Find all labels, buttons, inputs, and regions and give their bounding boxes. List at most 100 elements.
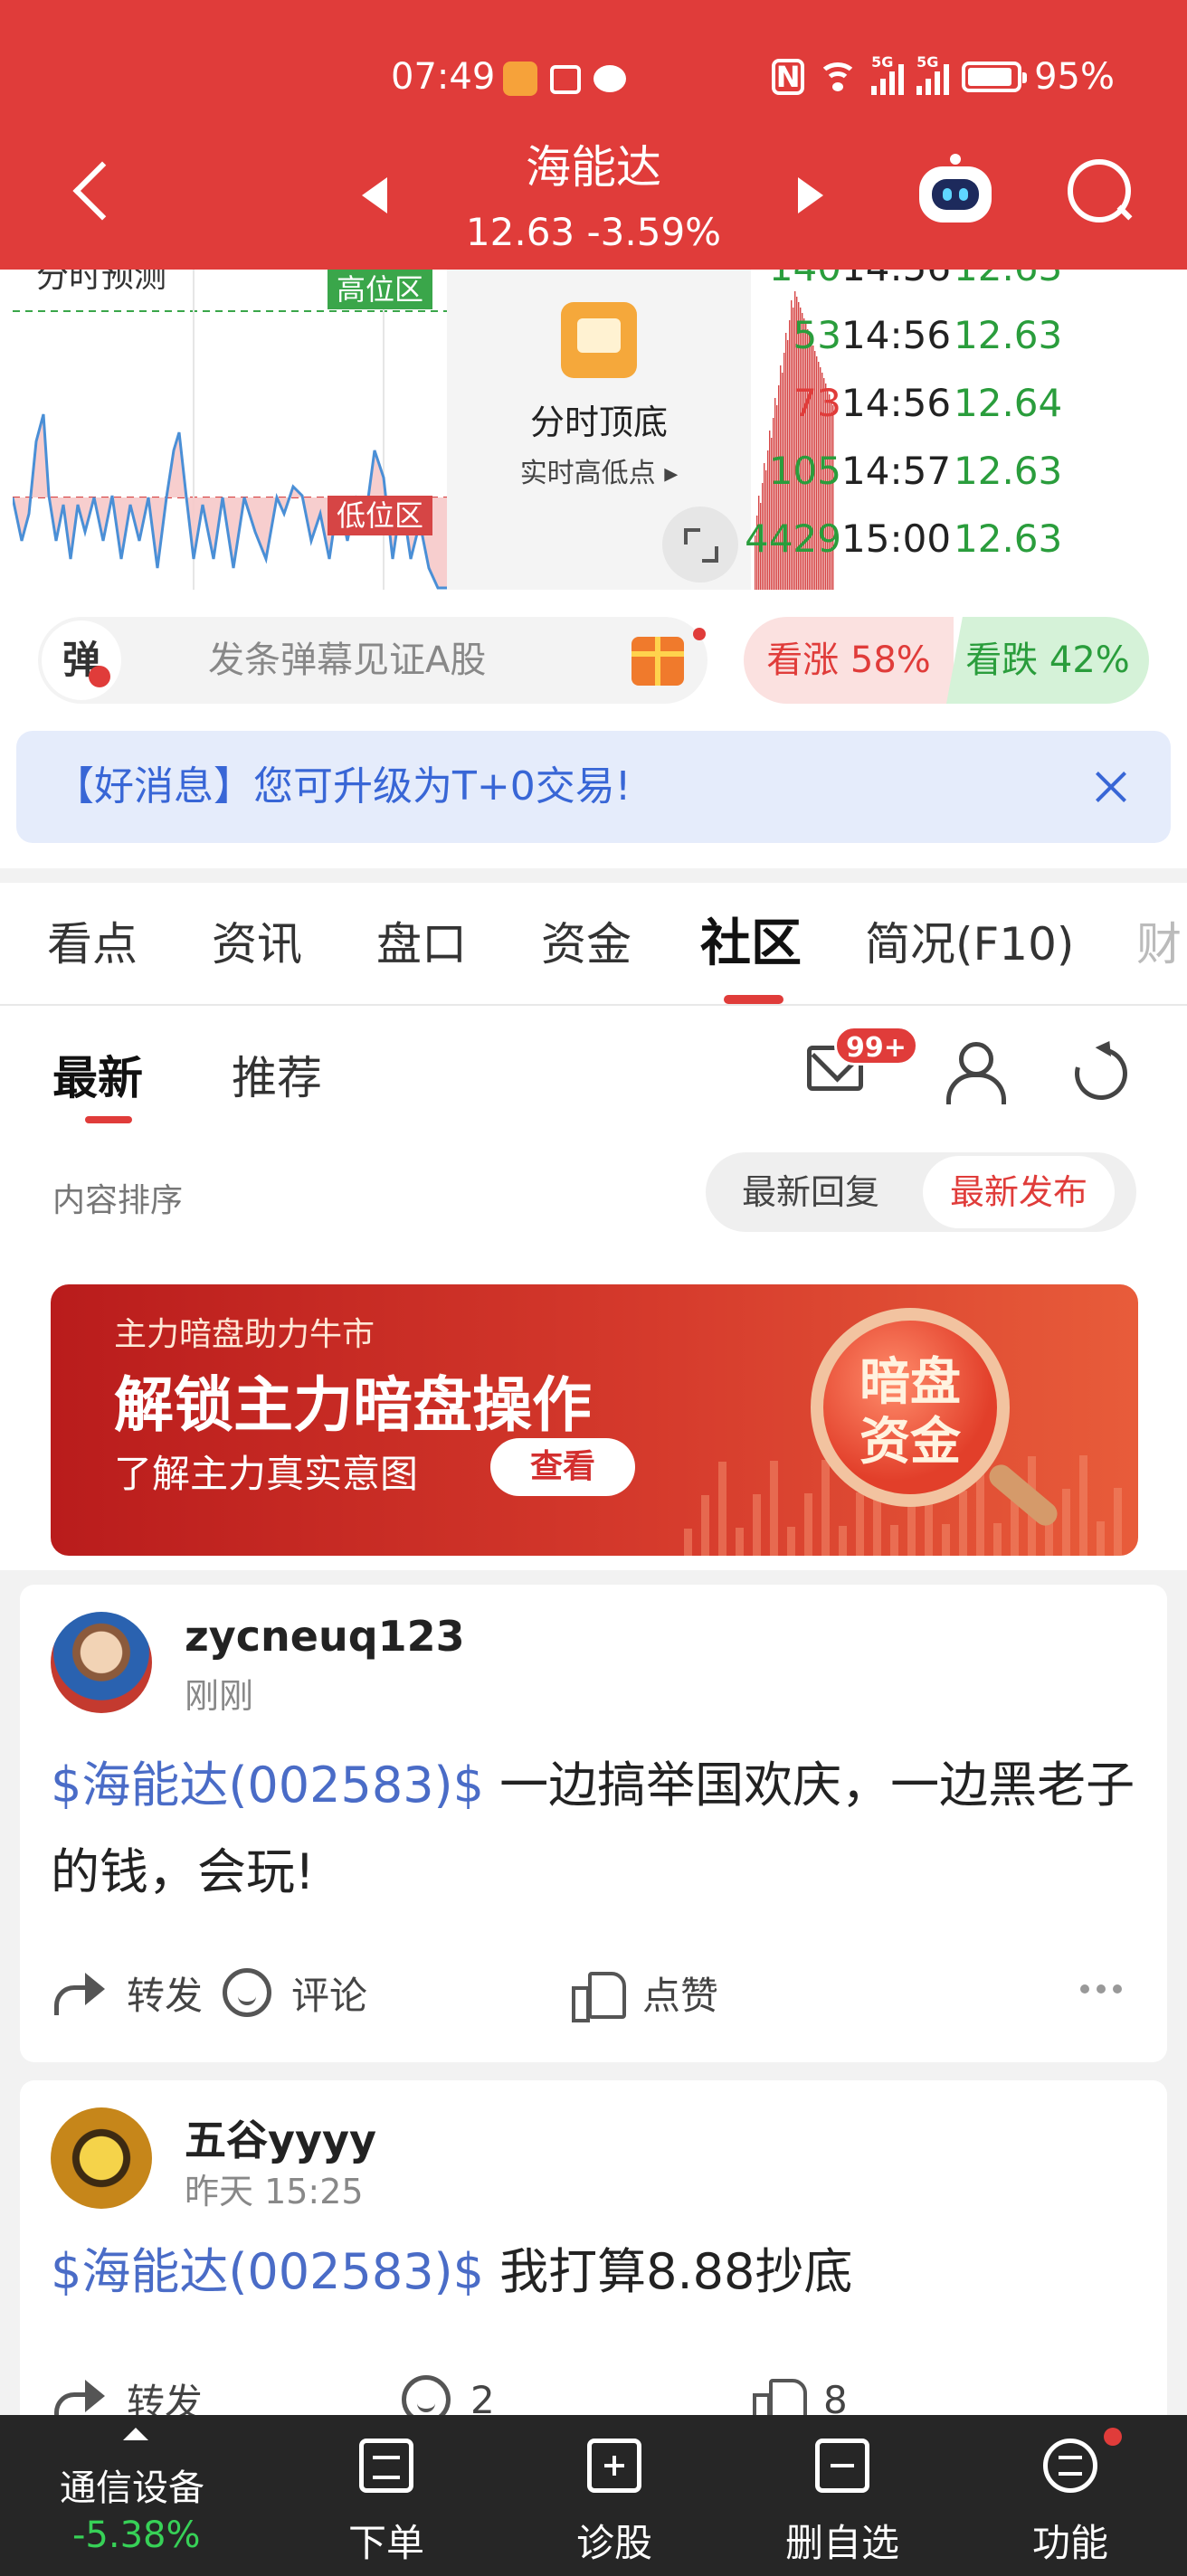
status-right: N 5G 5G 95%	[772, 53, 1115, 98]
post-time: 刚刚	[185, 1676, 254, 1716]
sector-name: 通信设备	[60, 2467, 204, 2509]
dark-pool-banner[interactable]: 主力暗盘助力牛市 解锁主力暗盘操作 了解主力真实意图 查看 暗盘 资金	[51, 1284, 1138, 1556]
post-body[interactable]: $海能达(002583)$ 我打算8.88抄底	[51, 2229, 1136, 2316]
trade-price: 12.63	[954, 313, 1063, 357]
more-icon[interactable]	[1080, 1984, 1131, 1999]
next-stock-icon[interactable]	[798, 177, 823, 213]
sort-latest-reply[interactable]: 最新回复	[742, 1152, 879, 1232]
diagnose-button[interactable]: 诊股	[546, 2415, 682, 2576]
post-actions: 转发 评论 点赞	[20, 1952, 1167, 2033]
user-icon[interactable]	[945, 1042, 1006, 1104]
community-subtabs: 最新 推荐 99+	[0, 1006, 1187, 1141]
post-card[interactable]: zycneuq123 刚刚 $海能达(002583)$ 一边搞举国欢庆，一边黑老…	[20, 1585, 1167, 2062]
barrage-row: 弹 发条弹幕见证A股 看涨 58% 看跌 42%	[0, 595, 1187, 724]
order-button[interactable]: 下单	[318, 2415, 454, 2576]
trade-time: 14:56	[841, 270, 951, 301]
content-tabs: 看点 资讯 盘口 资金 社区 简况(F10) 财	[0, 883, 1187, 1006]
trade-price: 12.63	[954, 516, 1063, 561]
trade-price: 12.64	[954, 381, 1063, 425]
barrage-toggle-button[interactable]: 弹	[42, 620, 121, 700]
vote-bullish-button[interactable]: 看涨 58%	[744, 617, 954, 704]
low-zone-label: 低位区	[328, 496, 433, 535]
tab-f10[interactable]: 简况(F10)	[865, 883, 1074, 1004]
order-icon	[359, 2439, 413, 2493]
post-author[interactable]: 五谷yyyy	[185, 2107, 376, 2167]
like-button[interactable]: 点赞	[572, 1952, 718, 2033]
upgrade-notice[interactable]: 【好消息】您可升级为T+0交易!	[16, 731, 1171, 843]
trade-volume: 105	[768, 449, 841, 493]
subtab-indicator	[85, 1116, 132, 1123]
banner-tag: 主力暗盘助力牛市	[114, 1316, 375, 1353]
promo-subtitle[interactable]: 实时高低点 ▸	[447, 450, 751, 490]
robot-assistant-icon[interactable]	[914, 154, 997, 228]
comment-button[interactable]: 评论	[223, 1952, 367, 2033]
app-header: 07:49 N 5G 5G 95% 海能达 12.63 -3.59%	[0, 0, 1187, 270]
refresh-icon[interactable]	[1065, 1037, 1137, 1110]
banner-wrap: 主力暗盘助力牛市 解锁主力暗盘操作 了解主力真实意图 查看 暗盘 资金	[0, 1263, 1187, 1570]
post-text: 我打算8.88抄底	[484, 2243, 853, 2300]
trade-price: 12.63	[954, 449, 1063, 493]
close-icon[interactable]	[1091, 767, 1131, 807]
magnifier-icon: 暗盘 资金	[811, 1308, 1010, 1507]
avatar[interactable]	[51, 1612, 152, 1713]
sort-label: 内容排序	[52, 1182, 184, 1219]
intraday-top-bottom-card[interactable]: 分时顶底 实时高低点 ▸	[447, 270, 751, 590]
tab-finance[interactable]: 财	[1136, 883, 1182, 1004]
expand-icon[interactable]	[662, 507, 738, 582]
stock-link[interactable]: $海能达(002583)$	[51, 1757, 484, 1814]
sector-indicator[interactable]: 通信设备 -5.38%	[36, 2415, 235, 2576]
tab-order-book[interactable]: 盘口	[376, 883, 467, 1004]
tab-community[interactable]: 社区	[700, 883, 802, 1004]
badge-line2: 资金	[859, 1413, 961, 1472]
post-time: 昨天 15:25	[185, 2172, 364, 2211]
active-tab-indicator	[724, 995, 783, 1004]
trade-time: 14:56	[841, 313, 952, 357]
remove-icon	[815, 2439, 869, 2493]
like-icon	[572, 1968, 626, 2022]
search-icon[interactable]	[1068, 159, 1133, 224]
bag-notification-icon	[550, 65, 581, 94]
nfc-icon: N	[772, 59, 805, 95]
wechat-icon	[594, 65, 626, 92]
share-icon	[54, 1973, 107, 2015]
chart-monitor-icon	[561, 302, 637, 378]
notice-text[interactable]: 【好消息】您可升级为T+0交易!	[54, 731, 631, 843]
subtab-recommend[interactable]: 推荐	[232, 1042, 322, 1107]
trade-time: 14:57	[841, 449, 952, 493]
vote-bearish-button[interactable]: 看跌 42%	[946, 617, 1149, 704]
trade-time: 14:56	[841, 381, 952, 425]
tab-capital[interactable]: 资金	[541, 883, 631, 1004]
badge-line1: 暗盘	[859, 1353, 961, 1412]
remove-watchlist-button[interactable]: 删自选	[774, 2415, 910, 2576]
signal-icon: 5G	[871, 53, 905, 95]
share-button[interactable]: 转发	[54, 1952, 203, 2033]
status-time: 07:49	[391, 56, 496, 98]
high-zone-label: 高位区	[328, 270, 433, 309]
wifi-icon	[817, 59, 859, 95]
post-author[interactable]: zycneuq123	[185, 1612, 465, 1661]
avatar[interactable]	[51, 2107, 152, 2209]
banner-subtitle: 了解主力真实意图	[114, 1452, 419, 1496]
subtab-latest[interactable]: 最新	[52, 1042, 143, 1107]
signal-icon-2: 5G	[916, 53, 950, 95]
gift-icon[interactable]	[631, 637, 684, 686]
sort-latest-publish[interactable]: 最新发布	[923, 1156, 1116, 1228]
post-body[interactable]: $海能达(002583)$ 一边搞举国欢庆，一边黑老子的钱，会玩!	[51, 1742, 1136, 1916]
functions-button[interactable]: 功能	[1002, 2415, 1138, 2576]
mail-badge: 99+	[834, 1026, 918, 1065]
sector-change: -5.38%	[72, 2514, 201, 2556]
app-notification-icon	[503, 62, 537, 96]
intraday-line-chart[interactable]	[13, 270, 447, 590]
trade-price: 12.63	[954, 270, 1062, 301]
tab-highlights[interactable]: 看点	[47, 883, 138, 1004]
diagnose-icon	[587, 2439, 641, 2493]
menu-icon	[1043, 2439, 1097, 2493]
barrage-input[interactable]: 弹 发条弹幕见证A股	[38, 617, 707, 704]
notification-dot	[1104, 2428, 1122, 2446]
battery-icon	[962, 62, 1028, 92]
comment-icon	[223, 1968, 271, 2017]
banner-view-button[interactable]: 查看	[490, 1438, 635, 1496]
tab-news[interactable]: 资讯	[212, 883, 302, 1004]
trade-volume: 53	[793, 313, 841, 357]
stock-link[interactable]: $海能达(002583)$	[51, 2243, 484, 2300]
